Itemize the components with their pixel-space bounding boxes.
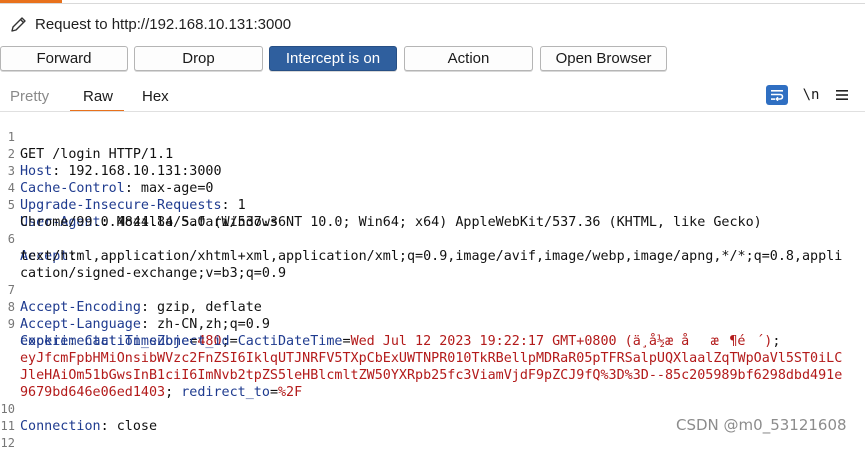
show-newlines-icon[interactable]: \n: [800, 85, 822, 105]
header-upgrade-insecure-requests: 4 Upgrade-Insecure-Requests: 1: [0, 163, 865, 213]
text-wrap-icon[interactable]: [766, 85, 788, 105]
request-title: Request to http://192.168.10.131:3000: [35, 15, 292, 33]
header-connection: 10 Connection: close: [0, 402, 158, 434]
intercept-toggle-button[interactable]: Intercept is on: [269, 46, 397, 71]
request-title-bar: Request to http://192.168.10.131:3000: [0, 10, 291, 38]
header-accept-encoding: 7 Accept-Encoding: gzip, deflate: [0, 265, 865, 315]
header-accept-continued: cation/signed-exchange;v=b3;q=0.9: [0, 248, 865, 281]
header-user-agent: 5 User-Agent: Mozilla/5.0 (Windows NT 10…: [0, 180, 865, 230]
menu-icon[interactable]: [832, 85, 852, 105]
header-accept-continued: text/html,application/xhtml+xml,applicat…: [0, 231, 865, 264]
top-divider: [0, 3, 865, 4]
header-accept: 6 Accept:: [0, 214, 865, 264]
tab-pretty[interactable]: Pretty: [10, 88, 49, 105]
cookie-continued: 9679bd646e06ed1403; redirect_to=%2F: [20, 385, 303, 400]
header-accept-language: 8 Accept-Language: zh-CN,zh;q=0.9: [0, 282, 865, 332]
pencil-icon[interactable]: [8, 13, 30, 35]
cookie-continued: experimentation_subject_id=: [20, 334, 238, 349]
cookie-continued: JleHAiOm51bGwsInB1ciI6ImNvb2tpZS5leHBlcm…: [0, 350, 865, 383]
tab-hex[interactable]: Hex: [142, 88, 169, 105]
intercept-button-row: Forward Drop Intercept is on Action Open…: [0, 46, 865, 72]
tab-raw[interactable]: Raw: [83, 88, 113, 105]
drop-button[interactable]: Drop: [134, 46, 263, 71]
header-host: 2 Host: 192.168.10.131:3000: [0, 129, 865, 179]
request-line: 1 GET /login HTTP/1.1: [0, 112, 865, 162]
header-cache-control: 3 Cache-Control: max-age=0: [0, 146, 865, 196]
cookie-continued: eyJfcmFpbHMiOnsibWVzc2FnZSI6IklqUTJNRFV5…: [0, 333, 865, 366]
view-tabs: Pretty Raw Hex: [0, 84, 865, 112]
raw-request-editor[interactable]: 1 GET /login HTTP/1.1 2 Host: 192.168.10…: [0, 112, 865, 450]
header-cookie: 9 Cookie: CactiTimeZone=480; CactiDateTi…: [0, 299, 865, 349]
open-browser-button[interactable]: Open Browser: [540, 46, 667, 71]
watermark: CSDN @m0_53121608: [676, 416, 847, 434]
forward-button[interactable]: Forward: [0, 46, 128, 71]
header-user-agent-continued: Chrome/99.0.4844.84 Safari/537.36: [0, 197, 865, 230]
action-button[interactable]: Action: [404, 46, 533, 71]
